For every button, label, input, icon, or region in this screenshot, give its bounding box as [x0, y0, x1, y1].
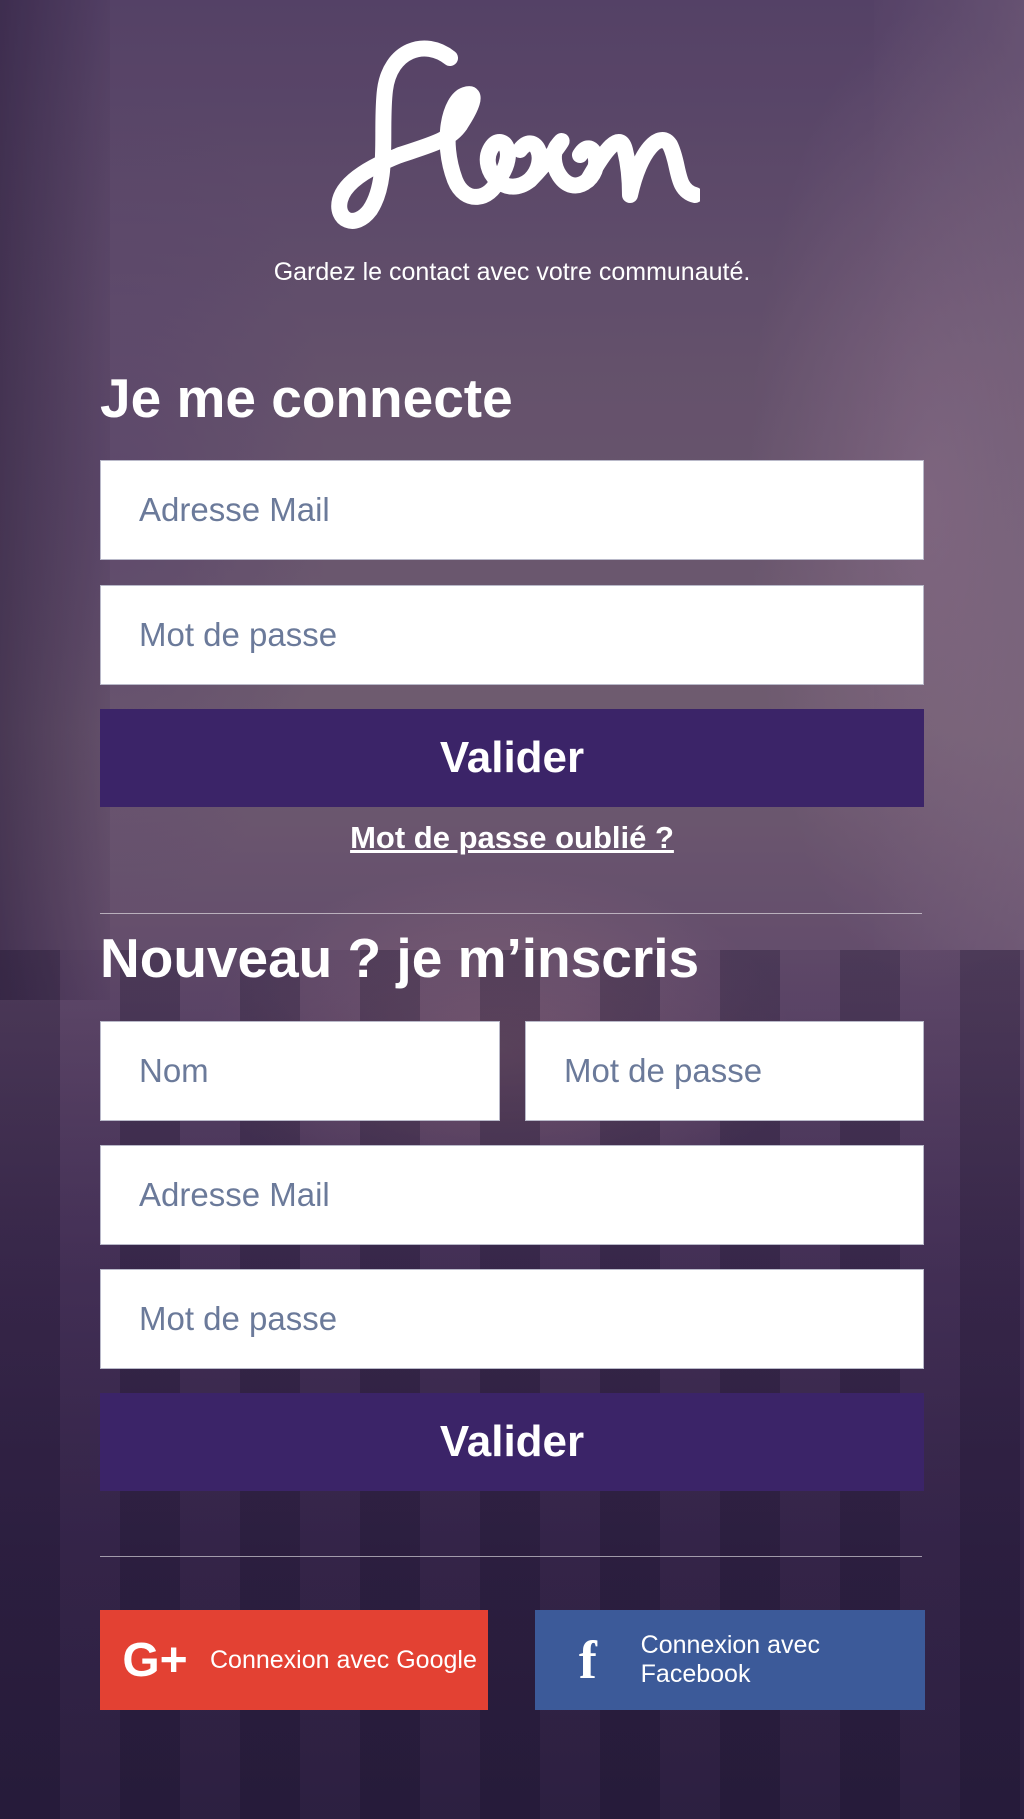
signup-heading: Nouveau ? je m’inscris	[100, 927, 700, 989]
google-plus-icon: G+	[122, 1633, 188, 1687]
login-submit-button[interactable]: Valider	[100, 709, 924, 807]
tagline: Gardez le contact avec votre communauté.	[273, 258, 751, 286]
signup-email-input[interactable]	[101, 1146, 923, 1244]
facebook-icon: f	[578, 1630, 597, 1690]
forgot-password-container: Mot de passe oublié ?	[0, 820, 1024, 856]
signup-email-field[interactable]	[100, 1145, 924, 1245]
facebook-login-button[interactable]: f Connexion avec Facebook	[535, 1610, 925, 1710]
signup-password-field-short[interactable]	[525, 1021, 924, 1121]
login-heading: Je me connecte	[100, 367, 513, 429]
login-email-input[interactable]	[101, 461, 923, 559]
signup-name-input[interactable]	[101, 1022, 499, 1120]
section-divider	[100, 913, 922, 914]
google-login-button[interactable]: G+ Connexion avec Google	[100, 1610, 488, 1710]
brand-logo	[331, 40, 700, 229]
signup-password-field[interactable]	[100, 1269, 924, 1369]
signup-password-input[interactable]	[101, 1270, 923, 1368]
signup-name-field[interactable]	[100, 1021, 500, 1121]
signup-password-input-short[interactable]	[526, 1022, 923, 1120]
forgot-password-link[interactable]: Mot de passe oublié ?	[350, 820, 674, 855]
signup-submit-button[interactable]: Valider	[100, 1393, 924, 1491]
facebook-login-label: Connexion avec Facebook	[640, 1631, 820, 1688]
login-password-input[interactable]	[101, 586, 923, 684]
google-login-label: Connexion avec Google	[210, 1645, 477, 1674]
login-email-field[interactable]	[100, 460, 924, 560]
social-divider	[100, 1556, 922, 1557]
login-password-field[interactable]	[100, 585, 924, 685]
